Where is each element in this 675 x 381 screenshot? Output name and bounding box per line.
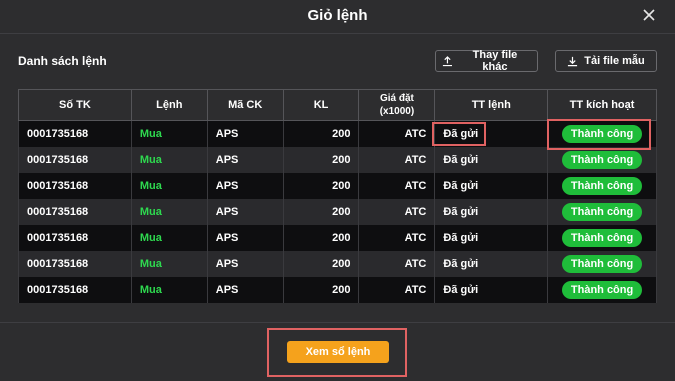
table-row: 0001735168 Mua APS 200 ATC Đã gửi Thành …	[18, 224, 657, 251]
download-template-button[interactable]: Tải file mẫu	[555, 50, 657, 72]
cell-account: 0001735168	[18, 120, 132, 147]
cell-price: ATC	[358, 146, 436, 173]
view-order-book-button[interactable]: Xem sổ lệnh	[287, 341, 389, 363]
cell-order-status: Đã gửi	[434, 198, 549, 225]
col-quantity: KL	[282, 89, 360, 121]
cell-symbol: APS	[206, 224, 284, 251]
table-row: 0001735168 Mua APS 200 ATC Đã gửi Thành …	[18, 146, 657, 173]
order-table: Số TK Lệnh Mã CK KL Giá đặt (x1000) TT l…	[18, 89, 657, 303]
cell-account: 0001735168	[18, 224, 132, 251]
dialog-header: Giỏ lệnh	[0, 0, 675, 34]
cell-quantity: 200	[282, 276, 360, 303]
cell-side: Mua	[130, 120, 208, 147]
cell-quantity: 200	[282, 146, 360, 173]
cell-account: 0001735168	[18, 276, 132, 303]
cell-account: 0001735168	[18, 250, 132, 277]
col-order-status: TT lệnh	[434, 89, 549, 121]
cell-account: 0001735168	[18, 198, 132, 225]
cell-symbol: APS	[206, 120, 284, 147]
cell-quantity: 200	[282, 224, 360, 251]
cell-quantity: 200	[282, 250, 360, 277]
cell-account: 0001735168	[18, 146, 132, 173]
cell-side: Mua	[130, 224, 208, 251]
col-price: Giá đặt (x1000)	[358, 89, 436, 121]
replace-file-button[interactable]: Thay file khác	[435, 49, 538, 73]
order-basket-dialog: Giỏ lệnh Danh sách lệnh Thay file khác T…	[0, 0, 675, 381]
col-symbol: Mã CK	[206, 89, 284, 121]
upload-icon	[442, 55, 452, 66]
cell-price: ATC	[358, 172, 436, 199]
col-side: Lệnh	[130, 89, 208, 121]
cell-account: 0001735168	[18, 172, 132, 199]
table-row: 0001735168 Mua APS 200 ATC Đã gửi Thành …	[18, 198, 657, 225]
footer-divider	[0, 322, 675, 323]
cell-symbol: APS	[206, 250, 284, 277]
status-badge: Thành công	[561, 150, 643, 169]
cell-symbol: APS	[206, 172, 284, 199]
table-row: 0001735168 Mua APS 200 ATC Đã gửi Thành …	[18, 172, 657, 199]
cell-order-status: Đã gửi	[434, 120, 549, 147]
table-row: 0001735168 Mua APS 200 ATC Đã gửi Thành …	[18, 250, 657, 277]
table-row: 0001735168 Mua APS 200 ATC Đã gửi Thành …	[18, 276, 657, 303]
cell-side: Mua	[130, 172, 208, 199]
cell-quantity: 200	[282, 120, 360, 147]
download-icon	[568, 56, 578, 66]
cell-price: ATC	[358, 250, 436, 277]
cell-quantity: 200	[282, 172, 360, 199]
cell-side: Mua	[130, 276, 208, 303]
cell-order-status: Đã gửi	[434, 224, 549, 251]
dialog-title: Giỏ lệnh	[307, 7, 368, 24]
cell-side: Mua	[130, 146, 208, 173]
cell-symbol: APS	[206, 276, 284, 303]
cell-symbol: APS	[206, 198, 284, 225]
cell-price: ATC	[358, 224, 436, 251]
table-header-row: Số TK Lệnh Mã CK KL Giá đặt (x1000) TT l…	[18, 89, 657, 121]
cell-price: ATC	[358, 120, 436, 147]
table-row: 0001735168 Mua APS 200 ATC Đã gửi Thành …	[18, 120, 657, 147]
col-activation-status: TT kích hoạt	[547, 89, 657, 121]
status-badge: Thành công	[561, 254, 643, 273]
cell-order-status: Đã gửi	[434, 172, 549, 199]
status-badge: Thành công	[561, 280, 643, 299]
status-badge: Thành công	[561, 124, 643, 143]
cell-quantity: 200	[282, 198, 360, 225]
order-list-title: Danh sách lệnh	[18, 54, 107, 68]
cell-price: ATC	[358, 198, 436, 225]
cell-order-status: Đã gửi	[434, 146, 549, 173]
replace-file-label: Thay file khác	[472, 49, 518, 73]
cell-side: Mua	[130, 198, 208, 225]
cell-order-status: Đã gửi	[434, 276, 549, 303]
cell-symbol: APS	[206, 146, 284, 173]
cell-price: ATC	[358, 276, 436, 303]
cell-order-status: Đã gửi	[434, 250, 549, 277]
status-badge: Thành công	[561, 176, 643, 195]
download-template-label: Tải file mẫu	[584, 55, 645, 67]
status-badge: Thành công	[561, 228, 643, 247]
status-badge: Thành công	[561, 202, 643, 221]
cell-side: Mua	[130, 250, 208, 277]
col-account: Số TK	[18, 89, 132, 121]
close-icon[interactable]	[641, 7, 657, 23]
